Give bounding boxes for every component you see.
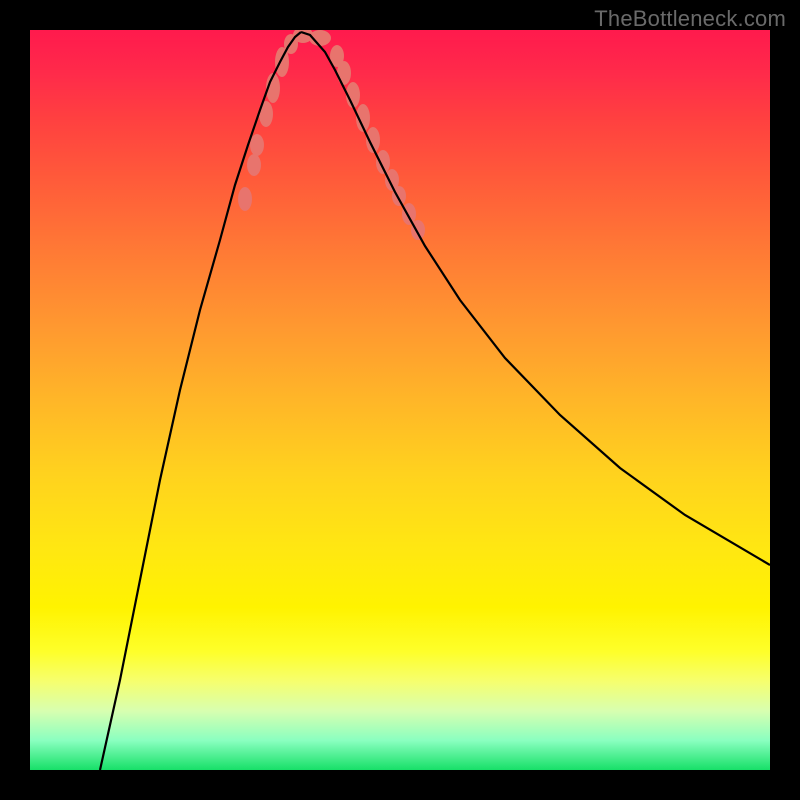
watermark-text: TheBottleneck.com	[594, 6, 786, 32]
marker-right-1	[337, 61, 351, 85]
marker-left-1	[247, 154, 261, 176]
chart-frame: TheBottleneck.com	[0, 0, 800, 800]
marker-left-2	[250, 134, 264, 156]
curve-left-branch	[100, 32, 301, 770]
curve-right-branch	[301, 32, 770, 565]
chart-svg	[30, 30, 770, 770]
plot-area	[30, 30, 770, 770]
marker-left-0	[238, 187, 252, 211]
